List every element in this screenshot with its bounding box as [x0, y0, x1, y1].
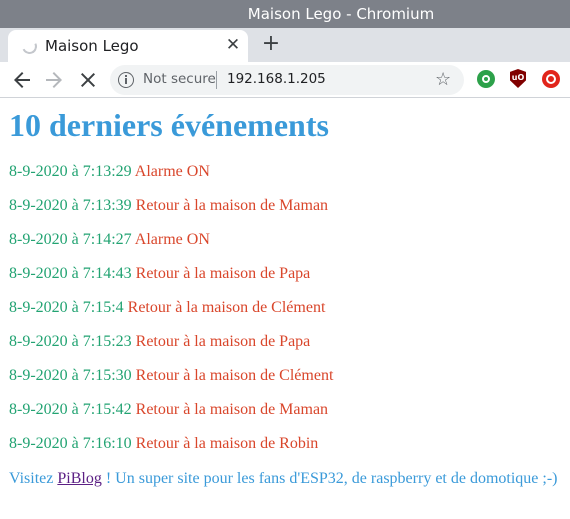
event-timestamp: 8-9-2020 à 7:14:27: [9, 231, 132, 248]
event-message: Alarme ON: [134, 231, 210, 248]
window-title: Maison Lego - Chromium: [247, 5, 435, 23]
event-row: 8-9-2020 à 7:15:42 Retour à la maison de…: [9, 401, 569, 435]
event-timestamp: 8-9-2020 à 7:15:4: [9, 299, 124, 316]
browser-toolbar: Not secure 192.168.1.205 ☆ uO: [0, 62, 570, 98]
stop-loading-icon[interactable]: [76, 68, 100, 92]
tab-title: Maison Lego: [45, 37, 139, 55]
event-timestamp: 8-9-2020 à 7:15:42: [9, 401, 132, 418]
event-row: 8-9-2020 à 7:15:30 Retour à la maison de…: [9, 367, 569, 401]
window-titlebar: Maison Lego - Chromium: [0, 0, 570, 28]
event-message: Retour à la maison de Robin: [135, 435, 319, 452]
event-list: 8-9-2020 à 7:13:29 Alarme ON 8-9-2020 à …: [9, 163, 569, 469]
ublock-shield-icon[interactable]: uO: [510, 69, 526, 88]
event-timestamp: 8-9-2020 à 7:14:43: [9, 265, 132, 282]
site-info-icon[interactable]: [118, 72, 134, 88]
forward-arrow-icon[interactable]: [42, 68, 66, 92]
event-timestamp: 8-9-2020 à 7:13:29: [9, 163, 132, 180]
url-text[interactable]: 192.168.1.205: [227, 71, 326, 87]
event-message: Retour à la maison de Clément: [135, 367, 334, 384]
back-arrow-icon[interactable]: [10, 68, 34, 92]
event-row: 8-9-2020 à 7:14:43 Retour à la maison de…: [9, 265, 569, 299]
event-timestamp: 8-9-2020 à 7:16:10: [9, 435, 132, 452]
event-timestamp: 8-9-2020 à 7:15:30: [9, 367, 132, 384]
tab-maison-lego[interactable]: Maison Lego ✕: [8, 30, 248, 62]
event-row: 8-9-2020 à 7:15:23 Retour à la maison de…: [9, 333, 569, 367]
piblog-link[interactable]: PiBlog: [57, 470, 101, 487]
close-tab-icon[interactable]: ✕: [224, 35, 242, 55]
tab-strip: Maison Lego ✕ +: [0, 28, 570, 62]
page-content: 10 derniers événements 8-9-2020 à 7:13:2…: [0, 99, 570, 519]
omnibox-separator: [216, 71, 217, 89]
bookmark-star-icon[interactable]: ☆: [435, 70, 451, 90]
event-row: 8-9-2020 à 7:15:4 Retour à la maison de …: [9, 299, 569, 333]
event-row: 8-9-2020 à 7:14:27 Alarme ON: [9, 231, 569, 265]
footer-text: Visitez PiBlog ! Un super site pour les …: [9, 470, 558, 488]
event-message: Retour à la maison de Papa: [135, 265, 311, 282]
event-message: Retour à la maison de Papa: [135, 333, 311, 350]
security-status: Not secure: [143, 71, 216, 87]
event-row: 8-9-2020 à 7:13:39 Retour à la maison de…: [9, 197, 569, 231]
footer-suffix: ! Un super site pour les fans d'ESP32, d…: [101, 470, 558, 487]
event-row: 8-9-2020 à 7:13:29 Alarme ON: [9, 163, 569, 197]
loading-spinner-icon: [19, 36, 40, 57]
event-message: Retour à la maison de Maman: [135, 401, 329, 418]
address-bar[interactable]: Not secure 192.168.1.205 ☆: [110, 65, 464, 95]
red-extension-icon[interactable]: [542, 70, 560, 88]
footer-prefix: Visitez: [9, 470, 58, 487]
event-timestamp: 8-9-2020 à 7:15:23: [9, 333, 132, 350]
new-tab-button[interactable]: +: [260, 32, 282, 56]
event-message: Retour à la maison de Maman: [135, 197, 329, 214]
event-message: Retour à la maison de Clément: [127, 299, 326, 316]
page-title: 10 derniers événements: [9, 107, 329, 143]
green-extension-icon[interactable]: [477, 70, 495, 88]
event-row: 8-9-2020 à 7:16:10 Retour à la maison de…: [9, 435, 569, 469]
event-message: Alarme ON: [134, 163, 210, 180]
event-timestamp: 8-9-2020 à 7:13:39: [9, 197, 132, 214]
